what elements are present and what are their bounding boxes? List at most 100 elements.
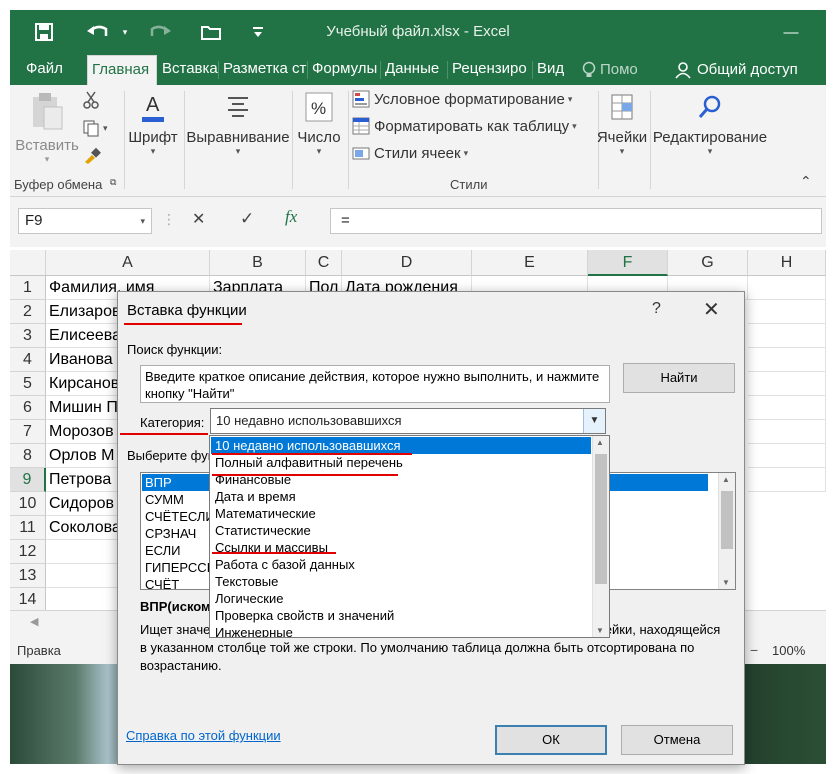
ok-button[interactable]: ОК: [495, 725, 607, 755]
row-header[interactable]: 2: [10, 300, 46, 324]
category-option[interactable]: Инженерные: [211, 624, 591, 637]
search-input[interactable]: Введите краткое описание действия, котор…: [140, 365, 610, 403]
cell-h1[interactable]: [748, 276, 826, 300]
zoom-out-icon[interactable]: −: [750, 642, 758, 658]
cell[interactable]: [748, 468, 826, 492]
select-all-corner[interactable]: [10, 250, 46, 276]
find-button[interactable]: Найти: [623, 363, 735, 393]
tab-home[interactable]: Главная: [87, 55, 157, 85]
scrollbar-thumb[interactable]: [721, 491, 733, 549]
row-header[interactable]: 11: [10, 516, 46, 540]
format-painter-button[interactable]: [82, 147, 102, 165]
number-button[interactable]: % Число ▾: [294, 91, 344, 157]
cell[interactable]: [748, 324, 826, 348]
column-header-c[interactable]: C: [306, 250, 342, 276]
category-option[interactable]: Статистические: [211, 522, 591, 539]
category-option[interactable]: Полный алфавитный перечень: [211, 454, 591, 471]
tab-formulas[interactable]: Формулы: [308, 55, 380, 85]
scroll-up-icon[interactable]: ▲: [596, 438, 604, 447]
collapse-ribbon-icon[interactable]: ⌃: [800, 173, 812, 190]
cell-styles-button[interactable]: Стили ячеек ▾: [352, 144, 468, 162]
tab-review[interactable]: Рецензиро: [448, 55, 532, 85]
row-header[interactable]: 5: [10, 372, 46, 396]
category-dropdown[interactable]: 10 недавно использовавшихся Полный алфав…: [209, 435, 610, 638]
tab-data[interactable]: Данные: [381, 55, 447, 85]
tab-view[interactable]: Вид: [533, 55, 571, 85]
row-header[interactable]: 4: [10, 348, 46, 372]
category-select[interactable]: 10 недавно использовавшихся ▼: [210, 408, 606, 434]
cut-button[interactable]: [82, 91, 100, 109]
close-icon[interactable]: ✕: [703, 297, 720, 322]
row-header[interactable]: 7: [10, 420, 46, 444]
cell[interactable]: [748, 372, 826, 396]
scroll-up-icon[interactable]: ▲: [722, 475, 730, 484]
dialog-launcher-icon[interactable]: ⧉: [110, 177, 116, 188]
scroll-down-icon[interactable]: ▼: [596, 626, 604, 635]
enter-formula-icon[interactable]: ✓: [240, 209, 254, 229]
column-header-a[interactable]: A: [46, 250, 210, 276]
row-header[interactable]: 14: [10, 588, 46, 610]
share-button[interactable]: Общий доступ: [670, 55, 820, 85]
cell[interactable]: [748, 420, 826, 444]
row-header-selected[interactable]: 9: [10, 468, 46, 492]
font-button[interactable]: A Шрифт ▾: [126, 91, 180, 157]
row-header[interactable]: 6: [10, 396, 46, 420]
copy-button[interactable]: ▾: [82, 119, 108, 137]
row-header[interactable]: 3: [10, 324, 46, 348]
row-header[interactable]: 1: [10, 276, 46, 300]
cells-button[interactable]: Ячейки ▾: [596, 91, 648, 157]
category-option[interactable]: Проверка свойств и значений: [211, 607, 591, 624]
tell-me-box[interactable]: Помо: [578, 55, 654, 85]
cancel-button[interactable]: Отмена: [621, 725, 733, 755]
cell[interactable]: [748, 348, 826, 372]
function-item[interactable]: ЕСЛИ: [145, 542, 181, 559]
alignment-button[interactable]: Выравнивание ▾: [186, 91, 290, 157]
tab-insert[interactable]: Вставка: [158, 55, 218, 85]
scroll-down-icon[interactable]: ▼: [722, 578, 730, 587]
function-item[interactable]: СЧЁТ: [145, 576, 179, 590]
zoom-level[interactable]: 100%: [772, 643, 805, 658]
row-header[interactable]: 12: [10, 540, 46, 564]
category-option[interactable]: Логические: [211, 590, 591, 607]
tab-page-layout[interactable]: Разметка ст: [219, 55, 307, 85]
function-item[interactable]: СРЗНАЧ: [145, 525, 196, 542]
column-header-g[interactable]: G: [668, 250, 748, 276]
cell[interactable]: [748, 396, 826, 420]
column-header-d[interactable]: D: [342, 250, 472, 276]
formula-input[interactable]: =: [330, 208, 822, 234]
function-item[interactable]: ГИПЕРССЫ: [145, 559, 218, 576]
cell[interactable]: [748, 444, 826, 468]
paste-button[interactable]: Вставить ▾: [14, 91, 80, 165]
function-list-scrollbar[interactable]: ▲ ▼: [718, 473, 735, 589]
minimize-button[interactable]: —: [776, 20, 806, 44]
row-header[interactable]: 10: [10, 492, 46, 516]
conditional-formatting-button[interactable]: Условное форматирование ▾: [352, 90, 572, 108]
cancel-formula-icon[interactable]: ✕: [192, 209, 205, 229]
category-option[interactable]: Математические: [211, 505, 591, 522]
column-header-f[interactable]: F: [588, 250, 668, 276]
category-option[interactable]: Дата и время: [211, 488, 591, 505]
category-option[interactable]: Работа с базой данных: [211, 556, 591, 573]
column-header-e[interactable]: E: [472, 250, 588, 276]
drag-handle-icon[interactable]: ⋮: [162, 211, 176, 228]
dropdown-scrollbar[interactable]: ▲ ▼: [592, 436, 609, 637]
cell[interactable]: [748, 300, 826, 324]
scroll-sheets-left-icon[interactable]: ◀: [30, 615, 38, 628]
format-as-table-button[interactable]: Форматировать как таблицу ▾: [352, 117, 577, 135]
row-header[interactable]: 8: [10, 444, 46, 468]
chevron-down-icon[interactable]: ▼: [583, 409, 605, 433]
help-icon[interactable]: ?: [652, 300, 661, 318]
column-header-h[interactable]: H: [748, 250, 826, 276]
scrollbar-thumb[interactable]: [595, 454, 607, 584]
function-item[interactable]: СЧЁТЕСЛИ: [145, 508, 215, 525]
column-header-b[interactable]: B: [210, 250, 306, 276]
category-option-selected[interactable]: 10 недавно использовавшихся: [211, 437, 591, 454]
editing-button[interactable]: Редактирование ▾: [652, 91, 768, 157]
row-header[interactable]: 13: [10, 564, 46, 588]
function-help-link[interactable]: Справка по этой функции: [126, 728, 281, 743]
function-item[interactable]: СУММ: [145, 491, 184, 508]
insert-function-icon[interactable]: fx: [285, 207, 297, 227]
name-box[interactable]: F9 ▾: [18, 208, 152, 234]
tab-file[interactable]: Файл: [22, 55, 88, 85]
category-option[interactable]: Текстовые: [211, 573, 591, 590]
